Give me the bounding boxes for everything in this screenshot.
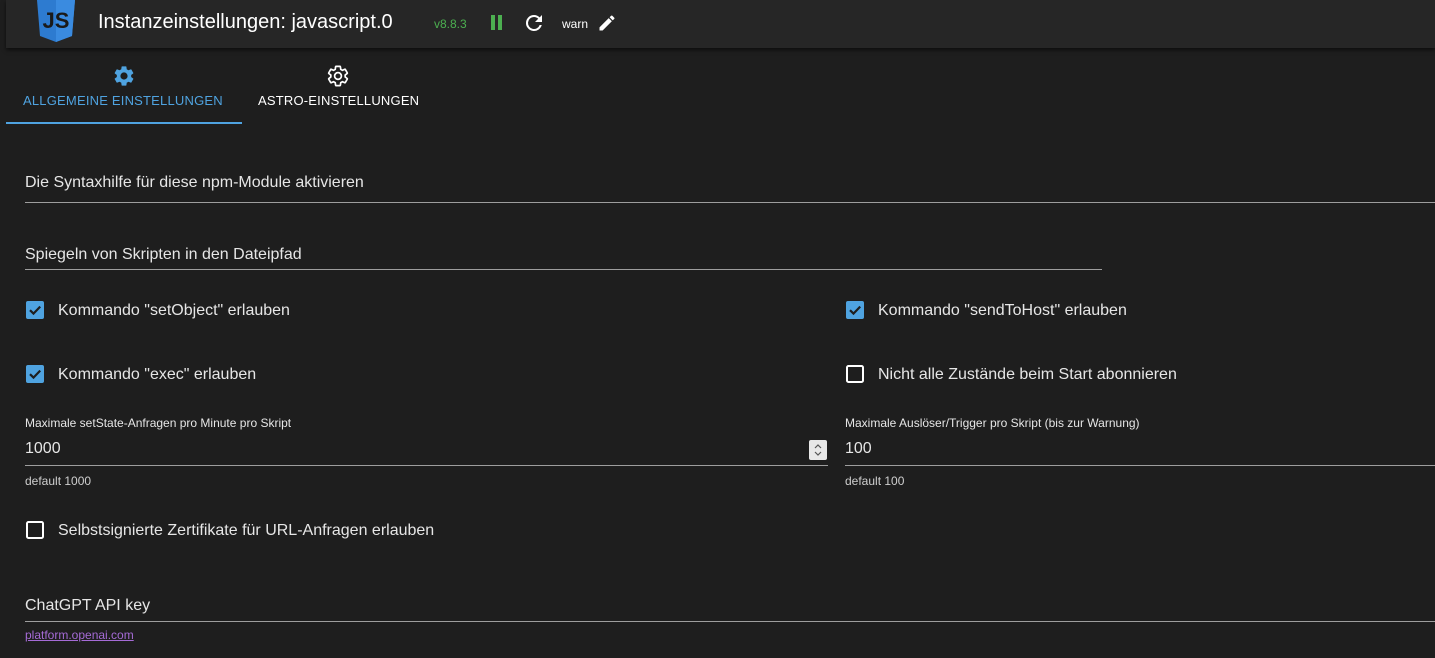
tab-general-settings[interactable]: ALLGEMEINE EINSTELLUNGEN — [6, 48, 242, 124]
self-signed-label: Selbstsignierte Zertifikate für URL-Anfr… — [58, 522, 435, 539]
chatgpt-api-key-label: ChatGPT API key — [25, 597, 151, 614]
openai-platform-link[interactable]: platform.openai.com — [25, 628, 134, 642]
self-signed-checkbox-row[interactable]: Selbstsignierte Zertifikate für URL-Anfr… — [25, 519, 485, 543]
no-subscribe-label: Nicht alle Zustände beim Start abonniere… — [878, 366, 1177, 383]
tab-astro-label: ASTRO-EINSTELLUNGEN — [258, 93, 420, 108]
mirror-path-label: Spiegeln von Skripten in den Dateipfad — [25, 246, 302, 263]
refresh-icon — [525, 14, 542, 31]
max-set-state-input[interactable]: 1000 — [25, 440, 805, 458]
logo-text: JS — [43, 8, 70, 33]
set-object-checkbox-row[interactable]: Kommando "setObject" erlauben — [25, 299, 345, 323]
checkbox-checked-icon[interactable] — [25, 300, 45, 320]
tab-astro-settings[interactable]: ASTRO-EINSTELLUNGEN — [242, 48, 434, 124]
chatgpt-api-key-input[interactable]: ChatGPT API key — [25, 584, 1435, 624]
active-tab-indicator — [6, 122, 242, 124]
edit-log-level-button[interactable] — [597, 13, 617, 33]
max-set-state-underline — [25, 465, 828, 466]
javascript-logo: JS — [34, 0, 78, 44]
set-object-label: Kommando "setObject" erlauben — [58, 302, 290, 319]
app-header: JS Instanzeinstellungen: javascript.0 v8… — [6, 0, 1435, 48]
max-triggers-underline — [845, 465, 1435, 466]
restart-button[interactable] — [522, 11, 546, 35]
number-spinner[interactable] — [809, 440, 827, 460]
page-title: Instanzeinstellungen: javascript.0 — [98, 11, 393, 33]
spinner-arrows-icon — [814, 444, 822, 456]
pencil-icon — [599, 15, 615, 31]
version-badge: v8.8.3 — [434, 17, 467, 31]
mirror-path-input[interactable]: Spiegeln von Skripten in den Dateipfad — [25, 232, 1102, 272]
max-triggers-helper: default 100 — [845, 474, 905, 488]
max-set-state-helper: default 1000 — [25, 474, 92, 488]
exec-checkbox-row[interactable]: Kommando "exec" erlauben — [25, 363, 345, 387]
npm-modules-label: Die Syntaxhilfe für diese npm-Module akt… — [25, 174, 364, 191]
gear-filled-icon — [114, 66, 134, 86]
pause-icon — [491, 15, 502, 30]
gear-outline-icon — [327, 65, 349, 87]
send-to-host-checkbox-row[interactable]: Kommando "sendToHost" erlauben — [845, 299, 1165, 323]
checkbox-unchecked-icon[interactable] — [25, 520, 45, 540]
checkbox-checked-icon[interactable] — [25, 364, 45, 384]
max-triggers-label: Maximale Auslöser/Trigger pro Skript (bi… — [845, 416, 1140, 430]
tab-general-label: ALLGEMEINE EINSTELLUNGEN — [23, 93, 223, 108]
max-set-state-label: Maximale setState-Anfragen pro Minute pr… — [25, 416, 292, 430]
chatgpt-api-key-underline — [25, 621, 1435, 622]
exec-label: Kommando "exec" erlauben — [58, 366, 257, 383]
pause-button[interactable] — [486, 12, 508, 34]
max-triggers-input[interactable]: 100 — [845, 440, 1425, 458]
tab-bar: ALLGEMEINE EINSTELLUNGEN ASTRO-EINSTELLU… — [6, 48, 1435, 124]
no-subscribe-checkbox-row[interactable]: Nicht alle Zustände beim Start abonniere… — [845, 363, 1225, 387]
npm-modules-underline — [25, 202, 1435, 203]
log-level-label: warn — [562, 17, 589, 31]
npm-modules-select[interactable]: Die Syntaxhilfe für diese npm-Module akt… — [25, 160, 1435, 204]
mirror-path-underline — [25, 269, 1102, 270]
send-to-host-label: Kommando "sendToHost" erlauben — [878, 302, 1127, 319]
checkbox-checked-icon[interactable] — [845, 300, 865, 320]
checkbox-unchecked-icon[interactable] — [845, 364, 865, 384]
